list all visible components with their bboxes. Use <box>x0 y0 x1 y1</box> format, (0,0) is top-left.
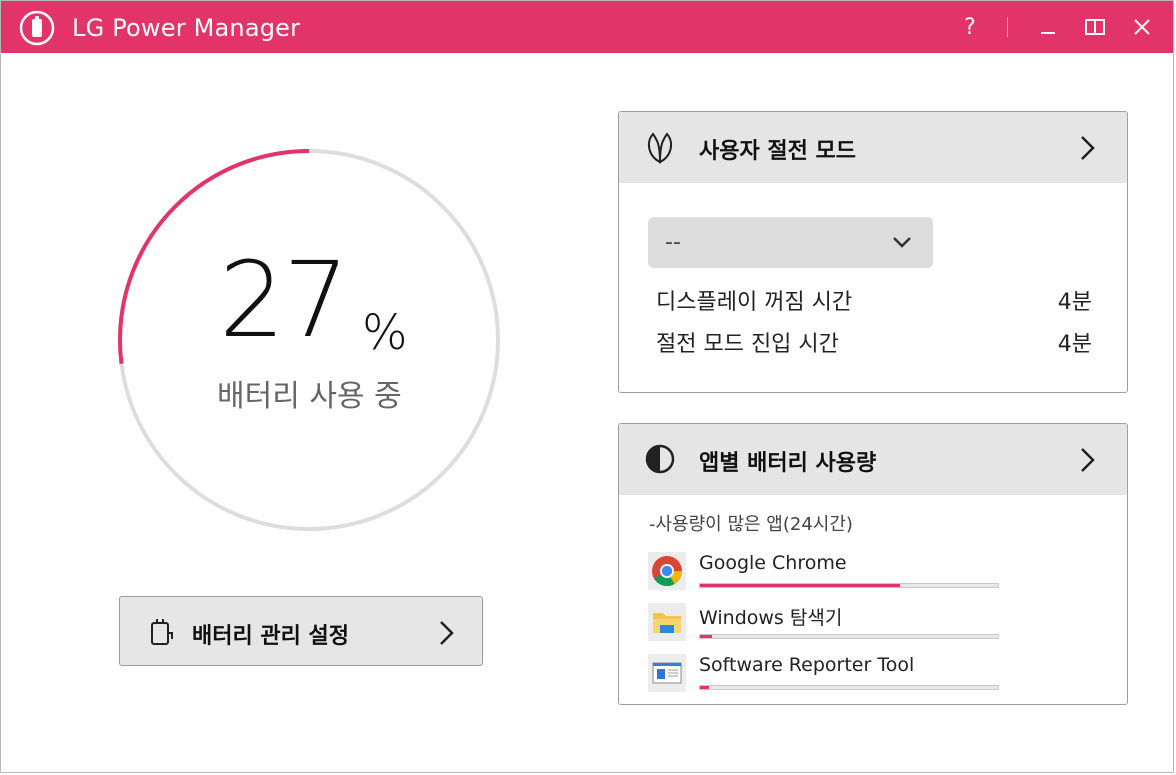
app-usage-bar <box>699 583 999 588</box>
battery-plug-icon <box>151 619 173 645</box>
app-window-icon <box>648 654 686 692</box>
battery-percent-sign: % <box>362 305 408 361</box>
sleep-time-label: 절전 모드 진입 시간 <box>656 332 839 357</box>
leaf-icon <box>647 132 673 164</box>
app-usage-bar-fill <box>700 686 709 689</box>
help-button[interactable]: ? <box>953 9 987 45</box>
chevron-right-icon <box>1081 448 1095 472</box>
folder-icon <box>648 603 686 641</box>
lg-power-logo-icon <box>19 10 55 46</box>
maximize-icon <box>1085 19 1105 35</box>
chevron-down-icon <box>893 237 911 248</box>
app-name: Windows 탐색기 <box>699 607 843 629</box>
sleep-time-row: 절전 모드 진입 시간 4분 <box>656 326 1092 358</box>
half-circle-icon <box>645 444 675 474</box>
app-usage-subtitle: -사용량이 많은 앱(24시간) <box>649 514 853 535</box>
power-mode-selected: -- <box>665 230 681 255</box>
chevron-right-icon <box>440 621 454 645</box>
power-saving-card: 사용자 절전 모드 -- 디스플레이 꺼짐 시간 4분 절전 모드 진입 시간 … <box>618 111 1128 393</box>
battery-settings-button[interactable]: 배터리 관리 설정 <box>119 596 483 666</box>
minimize-button[interactable] <box>1031 9 1065 45</box>
close-button[interactable] <box>1125 9 1159 45</box>
maximize-button[interactable] <box>1078 9 1112 45</box>
battery-settings-label: 배터리 관리 설정 <box>192 624 349 649</box>
titlebar-divider <box>1007 17 1008 37</box>
battery-status-text: 배터리 사용 중 <box>217 379 402 414</box>
display-off-time-row: 디스플레이 꺼짐 시간 4분 <box>656 284 1092 316</box>
app-usage-item: Windows 탐색기 <box>648 603 1008 643</box>
display-off-time-value: 4분 <box>1057 290 1092 315</box>
app-usage-bar <box>699 634 999 639</box>
app-usage-item: Google Chrome <box>648 552 1008 592</box>
chrome-icon <box>648 552 686 590</box>
title-bar[interactable]: LG Power Manager ? <box>1 1 1173 53</box>
app-usage-item: Software Reporter Tool <box>648 654 1008 694</box>
app-usage-bar <box>699 685 999 690</box>
power-saving-title: 사용자 절전 모드 <box>699 139 856 164</box>
app-usage-header[interactable]: 앱별 배터리 사용량 <box>619 424 1127 495</box>
app-usage-title: 앱별 배터리 사용량 <box>699 451 877 476</box>
app-usage-bar-fill <box>700 584 900 587</box>
app-name: Google Chrome <box>699 552 847 574</box>
display-off-time-label: 디스플레이 꺼짐 시간 <box>656 290 853 315</box>
power-mode-dropdown[interactable]: -- <box>648 217 933 268</box>
power-saving-header[interactable]: 사용자 절전 모드 <box>619 112 1127 183</box>
window-title: LG Power Manager <box>72 14 301 42</box>
app-battery-usage-card: 앱별 배터리 사용량 -사용량이 많은 앱(24시간) Google Chrom… <box>618 423 1128 705</box>
sleep-time-value: 4분 <box>1057 332 1092 357</box>
close-icon <box>1134 19 1150 35</box>
minimize-icon <box>1041 32 1055 34</box>
chevron-right-icon <box>1081 136 1095 160</box>
app-window: LG Power Manager ? 27 % 배터리 사용 중 배터리 관리 … <box>0 0 1174 773</box>
battery-percent-value: 27 <box>219 239 349 361</box>
app-name: Software Reporter Tool <box>699 654 915 676</box>
app-usage-bar-fill <box>700 635 712 638</box>
